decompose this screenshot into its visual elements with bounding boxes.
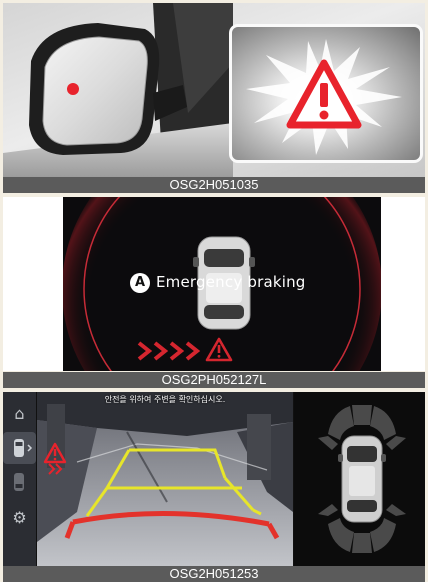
- blind-spot-indicator: [67, 83, 79, 95]
- caption-mirror: OSG2H051035: [3, 177, 425, 193]
- parking-view-icon[interactable]: [3, 432, 36, 464]
- caption-cluster: OSG2PH052127L: [3, 372, 425, 388]
- camera-screen: ⌂ ⚙ 안전을 위하여 주변을 확인하십시오.: [3, 392, 425, 566]
- emergency-braking-label: Emergency braking: [156, 273, 306, 291]
- cluster-illustration: A Emergency braking: [3, 197, 425, 371]
- callout-marker: A: [130, 273, 150, 293]
- cluster-display: A Emergency braking: [63, 197, 381, 371]
- vehicle-top-view: [338, 435, 386, 523]
- rear-camera-view: 안전을 위하여 주변을 확인하십시오.: [37, 392, 293, 566]
- mirror-illustration: [3, 3, 425, 177]
- settings-icon[interactable]: ⚙: [3, 502, 36, 534]
- rear-camera-icon[interactable]: [3, 466, 36, 498]
- warning-popup: [229, 24, 423, 163]
- surround-top-view: [294, 392, 425, 566]
- safety-message: 안전을 위하여 주변을 확인하십시오.: [104, 395, 226, 404]
- camera-sidebar: ⌂ ⚙: [3, 392, 36, 566]
- home-icon[interactable]: ⌂: [3, 398, 36, 430]
- caption-camera: OSG2H051253: [3, 566, 425, 582]
